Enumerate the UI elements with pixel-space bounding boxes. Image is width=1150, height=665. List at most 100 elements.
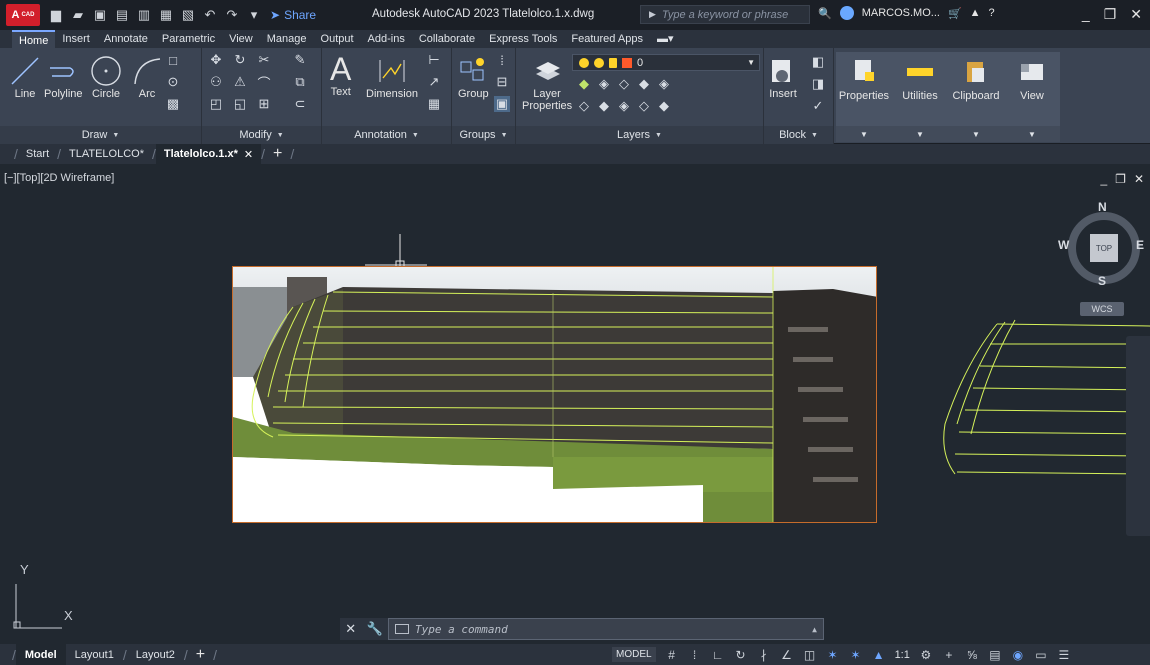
new-layout-icon[interactable]: + <box>188 646 213 664</box>
layer-tool-icon-3[interactable]: ◇ <box>616 76 632 92</box>
insert-tool[interactable]: Insert <box>768 54 798 100</box>
user-name[interactable]: MARCOS.MO... <box>862 7 940 19</box>
block-panel-label[interactable]: Block ▼ <box>764 126 833 144</box>
osnap-tracking-icon[interactable]: ∤ <box>757 648 771 662</box>
annotation-visibility-icon[interactable]: ✶ <box>826 648 840 662</box>
clipboard-button[interactable]: Clipboard <box>948 52 1004 126</box>
customize-wrench-icon[interactable]: 🔧 <box>367 621 383 637</box>
save-as-icon[interactable]: ▤ <box>114 7 130 23</box>
erase-icon[interactable]: ✎ <box>292 52 308 68</box>
group-tool[interactable]: Group <box>458 54 489 100</box>
new-file-icon[interactable]: ▆ <box>48 7 64 23</box>
tab-collaborate[interactable]: Collaborate <box>412 30 482 48</box>
tab-featured-apps[interactable]: Featured Apps <box>564 30 650 48</box>
grid-icon[interactable]: # <box>665 648 679 662</box>
layer-tool-icon-7[interactable]: ◆ <box>596 98 612 114</box>
groups-panel-label[interactable]: Groups ▼ <box>452 126 515 144</box>
table-icon[interactable]: ▦ <box>426 96 442 112</box>
minimize-icon[interactable]: _ <box>1082 6 1090 23</box>
copy-icon[interactable]: ⚇ <box>208 74 224 90</box>
view-button[interactable]: View <box>1004 52 1060 126</box>
explode-icon[interactable]: ⧉ <box>292 74 308 90</box>
tab-home[interactable]: Home <box>12 30 56 48</box>
edit-block-icon[interactable]: ◨ <box>810 76 826 92</box>
tab-parametric[interactable]: Parametric <box>155 30 222 48</box>
autodesk-icon[interactable]: ▲ <box>970 7 981 19</box>
leader-icon[interactable]: ↗ <box>426 74 442 90</box>
viewcube[interactable]: TOP N S E W <box>1058 200 1148 292</box>
compass-west[interactable]: W <box>1058 238 1069 252</box>
compass-north[interactable]: N <box>1098 200 1107 214</box>
workspace-gear-icon[interactable]: ⚙ <box>919 648 933 662</box>
layer-dropdown[interactable]: 0 ▼ <box>572 54 760 71</box>
polyline-tool[interactable]: Polyline <box>44 54 83 100</box>
raster-image-pyramid[interactable] <box>232 266 877 523</box>
layer-properties-tool[interactable]: Layer Properties <box>522 54 572 112</box>
layer-tool-icon-1[interactable]: ◆ <box>576 76 592 92</box>
layer-tool-icon-9[interactable]: ◇ <box>636 98 652 114</box>
scale-icon[interactable]: ◱ <box>232 96 248 112</box>
ribbon-toggle-icon[interactable]: ▬▾ <box>650 30 681 48</box>
save-icon[interactable]: ▣ <box>92 7 108 23</box>
attribute-icon[interactable]: ✓ <box>810 98 826 114</box>
navigation-bar[interactable] <box>1126 336 1150 536</box>
annotation-panel-label[interactable]: Annotation ▼ <box>322 126 451 144</box>
tab-express-tools[interactable]: Express Tools <box>482 30 564 48</box>
stretch-icon[interactable]: ◰ <box>208 96 224 112</box>
tab-add-ins[interactable]: Add-ins <box>361 30 412 48</box>
group-select-icon[interactable]: ▣ <box>494 96 510 112</box>
close-icon[interactable]: ✕ <box>1130 6 1142 23</box>
layer-tool-icon-5[interactable]: ◈ <box>656 76 672 92</box>
wcs-menu-button[interactable]: WCS <box>1080 302 1124 316</box>
customization-menu-icon[interactable]: ☰ <box>1057 648 1071 662</box>
linear-dim-icon[interactable]: ⊢ <box>426 52 442 68</box>
layout-tab-model[interactable]: Model <box>15 644 66 665</box>
print-icon[interactable]: ▧ <box>180 7 196 23</box>
utilities-button[interactable]: Utilities <box>892 52 948 126</box>
annotation-monitor-icon[interactable]: + <box>942 648 956 662</box>
offset-icon[interactable]: ⊂ <box>292 96 308 112</box>
tab-annotate[interactable]: Annotate <box>97 30 155 48</box>
layer-tool-icon-2[interactable]: ◈ <box>596 76 612 92</box>
plot-icon[interactable]: ▦ <box>158 7 174 23</box>
hatch-icon[interactable]: ▩ <box>165 96 181 112</box>
line-tool[interactable]: Line <box>10 54 40 100</box>
auto-scale-icon[interactable]: ✶ <box>849 648 863 662</box>
units-icon[interactable]: ⅝ <box>965 648 979 662</box>
restore-icon[interactable]: ❐ <box>1104 6 1117 23</box>
cart-icon[interactable]: 🛒 <box>948 7 962 20</box>
arc-tool[interactable]: Arc <box>132 54 162 100</box>
close-icon[interactable]: ✕ <box>1134 172 1144 186</box>
polar-icon[interactable]: ↻ <box>734 648 748 662</box>
create-block-icon[interactable]: ◧ <box>810 54 826 70</box>
viewcube-top-face[interactable]: TOP <box>1090 234 1118 262</box>
open-folder-icon[interactable]: ▰ <box>70 7 86 23</box>
command-input[interactable]: Type a command ▲ <box>388 618 824 640</box>
compass-east[interactable]: E <box>1136 238 1144 252</box>
restore-icon[interactable]: ❐ <box>1115 172 1126 186</box>
drawing-viewport[interactable]: [−][Top][2D Wireframe] _ ❐ ✕ TOP N S E W… <box>0 164 1150 644</box>
compass-south[interactable]: S <box>1098 274 1106 288</box>
hardware-acceleration-icon[interactable]: ▤ <box>988 648 1002 662</box>
search-input[interactable]: ▶ Type a keyword or phrase <box>640 5 810 24</box>
close-icon[interactable]: ✕ <box>345 621 356 637</box>
web-mobile-icon[interactable]: ▥ <box>136 7 152 23</box>
view-dropdown[interactable]: ▼ <box>1004 126 1060 142</box>
file-tab-tlatelolco-1x[interactable]: Tlatelolco.1.x* ✕ <box>155 144 262 164</box>
layer-tool-icon-10[interactable]: ◆ <box>656 98 672 114</box>
minimize-icon[interactable]: _ <box>1100 172 1107 186</box>
close-tab-icon[interactable]: ✕ <box>244 148 253 161</box>
tab-view[interactable]: View <box>222 30 260 48</box>
trim-icon[interactable]: ✂ <box>256 52 272 68</box>
share-button[interactable]: ➤ Share <box>270 8 316 22</box>
new-tab-icon[interactable]: + <box>265 145 290 163</box>
fillet-icon[interactable]: ⌒ <box>256 74 272 91</box>
utilities-dropdown[interactable]: ▼ <box>892 126 948 142</box>
undo-icon[interactable]: ↶ <box>202 7 218 23</box>
transparency-icon[interactable]: ◫ <box>803 648 817 662</box>
chevron-up-icon[interactable]: ▲ <box>812 625 817 634</box>
file-tab-tlatelolco[interactable]: TLATELOLCO* <box>61 144 152 164</box>
ortho-icon[interactable]: ∟ <box>711 648 725 662</box>
search-icon[interactable]: 🔍 <box>818 7 832 20</box>
group-edit-icon[interactable]: ⊟ <box>494 74 510 90</box>
